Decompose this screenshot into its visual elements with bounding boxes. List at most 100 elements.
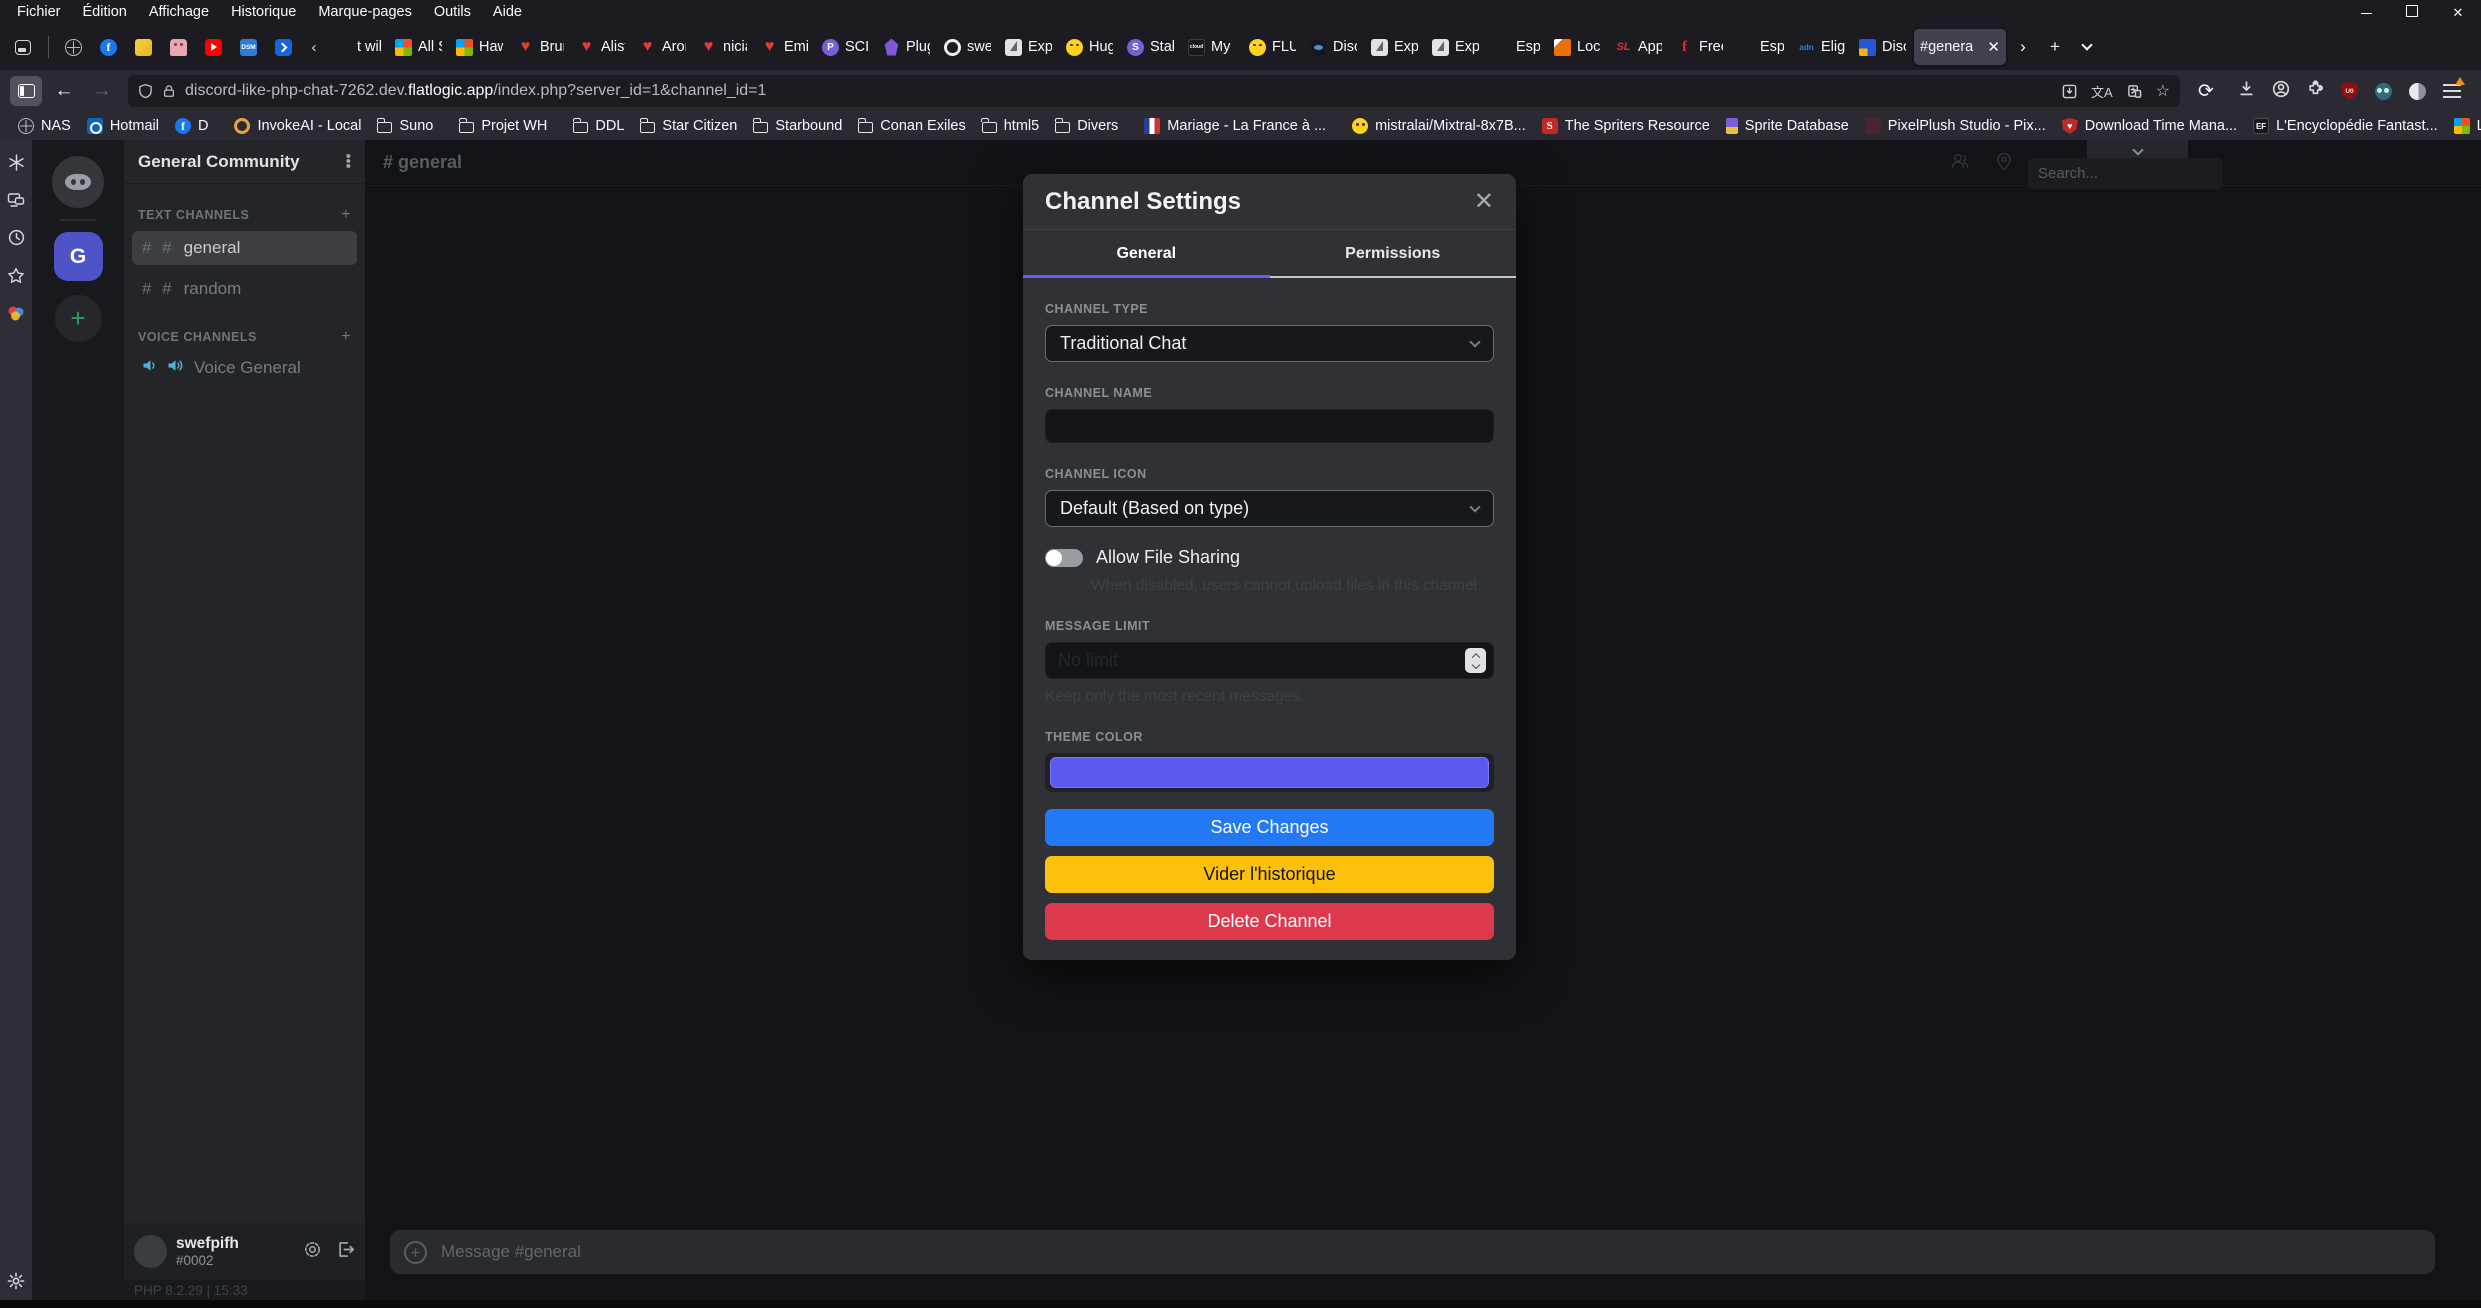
account-icon[interactable] [2272, 80, 2290, 103]
tab[interactable]: Explor [1426, 29, 1485, 65]
attach-plus-icon[interactable]: + [404, 1241, 427, 1264]
bookmark-folder[interactable]: Starbound [745, 116, 850, 136]
save-to-pocket-icon[interactable] [2062, 84, 2077, 99]
tab[interactable]: Hawai [450, 29, 509, 65]
tab[interactable]: Aromy [633, 29, 692, 65]
channel-name-input[interactable] [1045, 409, 1494, 443]
server-icon-g[interactable]: G [54, 232, 103, 281]
minimize-button[interactable] [2343, 4, 2389, 20]
tab[interactable]: Explor [1365, 29, 1424, 65]
firefox-view-button[interactable] [6, 31, 40, 63]
ai-chat-icon[interactable] [8, 154, 25, 171]
tab[interactable]: PSCI RE [816, 29, 875, 65]
tab[interactable]: adnEligibi [1792, 29, 1851, 65]
tab[interactable]: Bruni2 [511, 29, 570, 65]
bookmark-folder[interactable]: Conan Exiles [850, 116, 973, 136]
menu-tools[interactable]: Outils [423, 2, 482, 22]
menu-view[interactable]: Affichage [138, 2, 220, 22]
translate-icon[interactable]: 文A [2091, 82, 2113, 101]
extension-goggles-icon[interactable] [2375, 83, 2392, 100]
search-box[interactable] [2028, 158, 2223, 189]
bookmark-folder[interactable]: html5 [974, 116, 1047, 136]
pinned-tab-dstats[interactable] [267, 29, 300, 65]
save-changes-button[interactable]: Save Changes [1045, 809, 1494, 846]
spinner-down-icon[interactable] [1471, 661, 1479, 669]
location-pin-icon[interactable] [1996, 152, 2012, 176]
tab[interactable]: FLUX.2 [1243, 29, 1302, 65]
extension-icon[interactable] [2409, 83, 2426, 100]
bookmark-folder[interactable]: Divers [1047, 116, 1126, 136]
menu-bookmarks[interactable]: Marque-pages [307, 2, 423, 22]
pinned-tab-diamond[interactable] [127, 29, 160, 65]
tab[interactable]: Alister [572, 29, 631, 65]
list-tabs-button[interactable] [2072, 32, 2102, 62]
scroll-tabs-left-button[interactable]: ‹ [302, 39, 326, 56]
close-window-button[interactable] [2435, 4, 2481, 21]
translate-page-icon[interactable] [2127, 84, 2142, 99]
tab-general[interactable]: General [1023, 230, 1270, 278]
bookmark[interactable]: EFL'Encyclopédie Fantast... [2245, 116, 2446, 136]
reload-button[interactable]: ⟳ [2190, 76, 2222, 106]
new-tab-button[interactable]: + [2040, 32, 2070, 62]
bookmark[interactable]: InvokeAI - Local [226, 116, 369, 136]
tab[interactable]: Discor [1853, 29, 1912, 65]
settings-gear-icon[interactable] [0, 1272, 32, 1290]
search-input[interactable] [2038, 165, 2213, 182]
pinned-tab-globe[interactable] [57, 29, 90, 65]
channel-random[interactable]: # # random [132, 272, 357, 306]
bookmarks-star-icon[interactable] [7, 267, 25, 284]
scroll-tabs-right-button[interactable]: › [2008, 32, 2038, 62]
extensions-puzzle-icon[interactable] [2307, 80, 2324, 102]
url-bar[interactable]: discord-like-php-chat-7262.dev.flatlogic… [128, 75, 2180, 107]
tab[interactable]: t will [328, 29, 387, 65]
tab[interactable]: fFree : [1670, 29, 1729, 65]
bookmark[interactable]: Sprite Database [1718, 116, 1857, 136]
bookmark[interactable]: D [167, 116, 216, 136]
server-menu-icon[interactable]: ••• [346, 154, 351, 169]
theme-color-input[interactable] [1045, 753, 1494, 792]
user-settings-gear-icon[interactable] [303, 1240, 322, 1264]
channel-type-select[interactable]: Traditional Chat [1045, 325, 1494, 362]
tab[interactable]: All Siz [389, 29, 448, 65]
tab[interactable]: SLAppar [1609, 29, 1668, 65]
tab[interactable]: Huggi [1060, 29, 1119, 65]
shield-icon[interactable] [138, 83, 153, 99]
maximize-button[interactable] [2389, 4, 2435, 20]
message-limit-input[interactable] [1045, 642, 1494, 679]
discord-home-button[interactable] [52, 156, 104, 208]
number-spinner[interactable] [1465, 648, 1486, 673]
tab[interactable]: niciar [694, 29, 753, 65]
bookmark[interactable]: La connexion Wifi et E... [2446, 116, 2481, 136]
menu-help[interactable]: Aide [482, 2, 533, 22]
close-modal-icon[interactable]: ✕ [1474, 187, 1494, 216]
voice-channel-general[interactable]: Voice General [124, 358, 365, 378]
ublock-origin-icon[interactable]: U0 [2341, 82, 2358, 100]
bookmark[interactable]: SThe Spriters Resource [1534, 116, 1718, 136]
tab[interactable]: Locati [1548, 29, 1607, 65]
message-input[interactable] [441, 1242, 2421, 1262]
bookmark[interactable]: Download Time Mana... [2054, 116, 2245, 136]
file-sharing-toggle[interactable] [1045, 549, 1083, 567]
lock-icon[interactable] [162, 83, 176, 99]
bookmark-folder[interactable]: DDL [565, 116, 632, 136]
synced-tabs-icon[interactable] [7, 192, 25, 208]
pinned-tab-youtube[interactable] [197, 29, 230, 65]
menu-file[interactable]: Fichier [6, 2, 72, 22]
add-server-button[interactable]: + [55, 295, 102, 342]
back-button[interactable]: ← [48, 76, 80, 106]
bookmark[interactable]: NAS [10, 116, 79, 136]
pinned-tab-facebook[interactable] [92, 29, 125, 65]
bookmark[interactable]: PixelPlush Studio - Pix... [1857, 116, 2054, 136]
menu-edit[interactable]: Édition [72, 2, 138, 22]
tab[interactable]: Espace abo [1731, 29, 1790, 65]
bookmark-star-icon[interactable]: ☆ [2156, 81, 2170, 101]
tab-permissions[interactable]: Permissions [1270, 230, 1517, 278]
members-icon[interactable] [1950, 152, 1970, 176]
clear-history-button[interactable]: Vider l'historique [1045, 856, 1494, 893]
menu-history[interactable]: Historique [220, 2, 307, 22]
tab[interactable]: Plugin [877, 29, 936, 65]
channel-icon-select[interactable]: Default (Based on type) [1045, 490, 1494, 527]
tab[interactable]: cloudMy Ha [1182, 29, 1241, 65]
delete-channel-button[interactable]: Delete Channel [1045, 903, 1494, 940]
tab[interactable]: swefpi [938, 29, 997, 65]
